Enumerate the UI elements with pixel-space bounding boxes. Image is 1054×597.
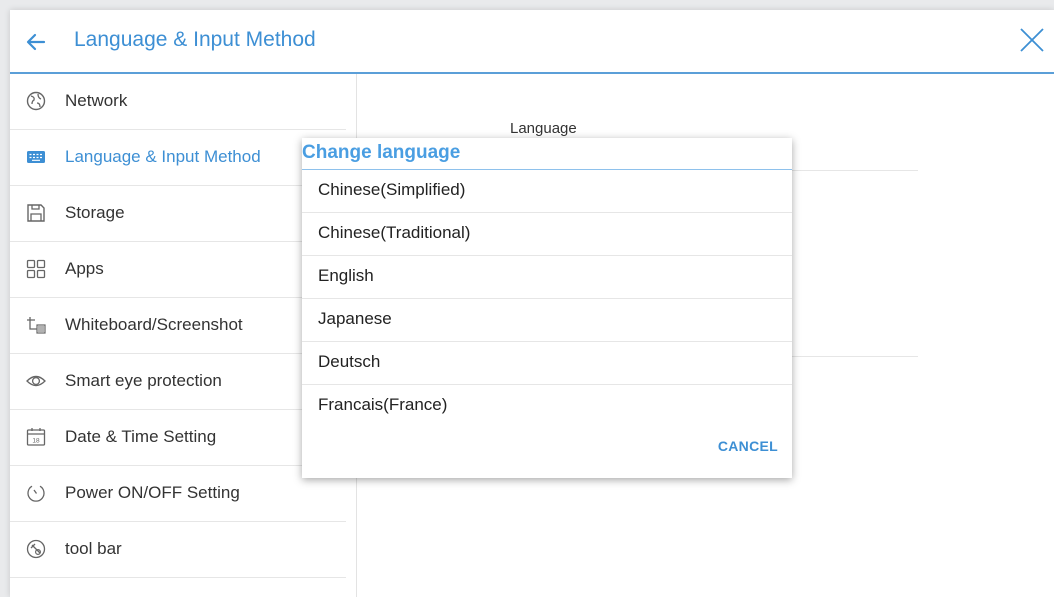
sidebar-item-toolbar[interactable]: tool bar <box>10 522 346 578</box>
sidebar-item-whiteboard[interactable]: Whiteboard/Screenshot <box>10 298 346 354</box>
language-option-label: Chinese(Simplified) <box>318 180 466 199</box>
sidebar-item-apps[interactable]: Apps <box>10 242 346 298</box>
language-setting-label: Language <box>510 120 577 137</box>
sidebar-item-label: Smart eye protection <box>65 371 222 390</box>
apps-grid-icon <box>26 259 46 279</box>
header-bar: Language & Input Method <box>10 10 1054 74</box>
sidebar-item-label: Language & Input Method <box>65 147 261 166</box>
page-title: Language & Input Method <box>74 28 316 51</box>
close-icon[interactable] <box>1018 26 1046 54</box>
language-option-japanese[interactable]: Japanese <box>302 299 792 342</box>
language-option-label: English <box>318 266 374 285</box>
toolbar-icon <box>26 539 46 559</box>
power-timer-icon <box>27 485 45 502</box>
calendar-icon: 18 <box>26 428 46 446</box>
change-language-dialog: Change language Chinese(Simplified) Chin… <box>302 138 792 478</box>
eye-icon <box>26 375 46 387</box>
sidebar-item-date-time[interactable]: 18 Date & Time Setting <box>10 410 346 466</box>
keyboard-icon <box>27 151 45 163</box>
language-option-francais[interactable]: Francais(France) <box>302 385 792 422</box>
sidebar-item-language[interactable]: Language & Input Method <box>10 130 346 186</box>
cancel-button[interactable]: CANCEL <box>718 438 778 454</box>
language-options-list[interactable]: Chinese(Simplified) Chinese(Traditional)… <box>302 170 792 422</box>
language-option-label: Deutsch <box>318 352 381 371</box>
globe-icon <box>26 91 46 111</box>
sidebar-item-power[interactable]: Power ON/OFF Setting <box>10 466 346 522</box>
sidebar-item-label: Power ON/OFF Setting <box>65 483 240 502</box>
language-option-label: Francais(France) <box>318 395 448 414</box>
dialog-title: Change language <box>302 142 461 163</box>
language-option-chinese-traditional[interactable]: Chinese(Traditional) <box>302 213 792 256</box>
sidebar-item-label: Apps <box>65 259 104 278</box>
language-option-label: Japanese <box>318 309 392 328</box>
language-option-deutsch[interactable]: Deutsch <box>302 342 792 385</box>
sidebar-item-label: Storage <box>65 203 125 222</box>
sidebar-item-eye-protection[interactable]: Smart eye protection <box>10 354 346 410</box>
sidebar-item-storage[interactable]: Storage <box>10 186 346 242</box>
settings-panel: Language & Input Method Network Language… <box>10 10 1054 597</box>
language-option-chinese-simplified[interactable]: Chinese(Simplified) <box>302 170 792 213</box>
whiteboard-icon <box>27 317 46 334</box>
sidebar-item-label: tool bar <box>65 539 122 558</box>
language-option-label: Chinese(Traditional) <box>318 223 471 242</box>
sidebar-item-label: Whiteboard/Screenshot <box>65 315 243 334</box>
svg-text:18: 18 <box>32 438 40 445</box>
sidebar-item-label: Network <box>65 91 128 110</box>
language-option-english[interactable]: English <box>302 256 792 299</box>
storage-icon <box>27 204 45 222</box>
sidebar-item-label: Date & Time Setting <box>65 427 217 446</box>
sidebar-item-network[interactable]: Network <box>10 74 346 130</box>
back-arrow-icon[interactable] <box>26 32 46 52</box>
